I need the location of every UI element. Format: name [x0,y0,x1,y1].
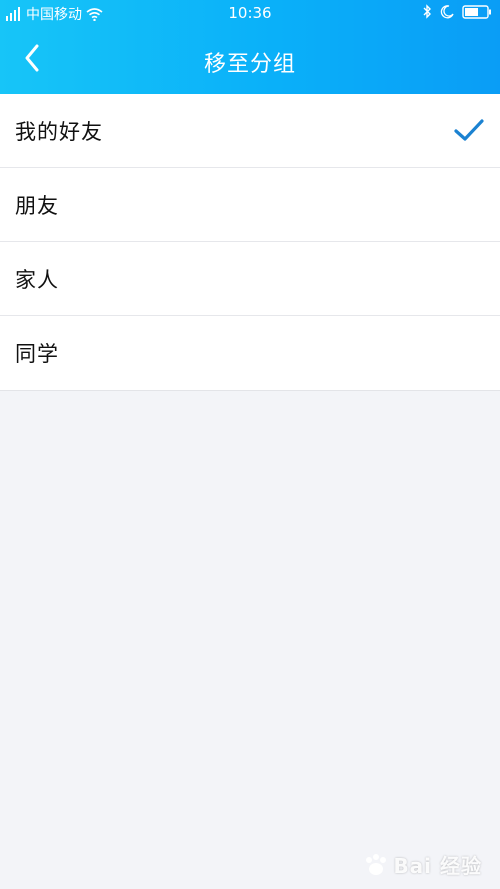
group-item-friends[interactable]: 朋友 [0,168,500,242]
status-right [422,4,492,19]
watermark-text: Bai 经验 [393,854,482,878]
group-list: 我的好友 朋友 家人 同学 [0,94,500,391]
group-item-family[interactable]: 家人 [0,242,500,316]
group-item-classmates[interactable]: 同学 [0,316,500,390]
page-title: 移至分组 [203,52,296,77]
group-label: 我的好友 [15,119,103,144]
group-item-my-friends[interactable]: 我的好友 [0,94,500,168]
nav-bar: 移至分组 [0,26,500,94]
check-icon [454,119,484,141]
header: 中国移动 10:36 移至分组 [0,0,500,94]
group-label: 同学 [15,342,59,366]
watermark: Bai 经验 [363,850,482,879]
bluetooth-icon [423,4,431,19]
paw-icon [366,853,387,875]
status-bar: 中国移动 10:36 [0,0,500,26]
battery-icon [462,4,491,19]
group-label: 家人 [15,267,59,292]
group-label: 朋友 [15,193,59,218]
moon-icon [440,4,454,18]
